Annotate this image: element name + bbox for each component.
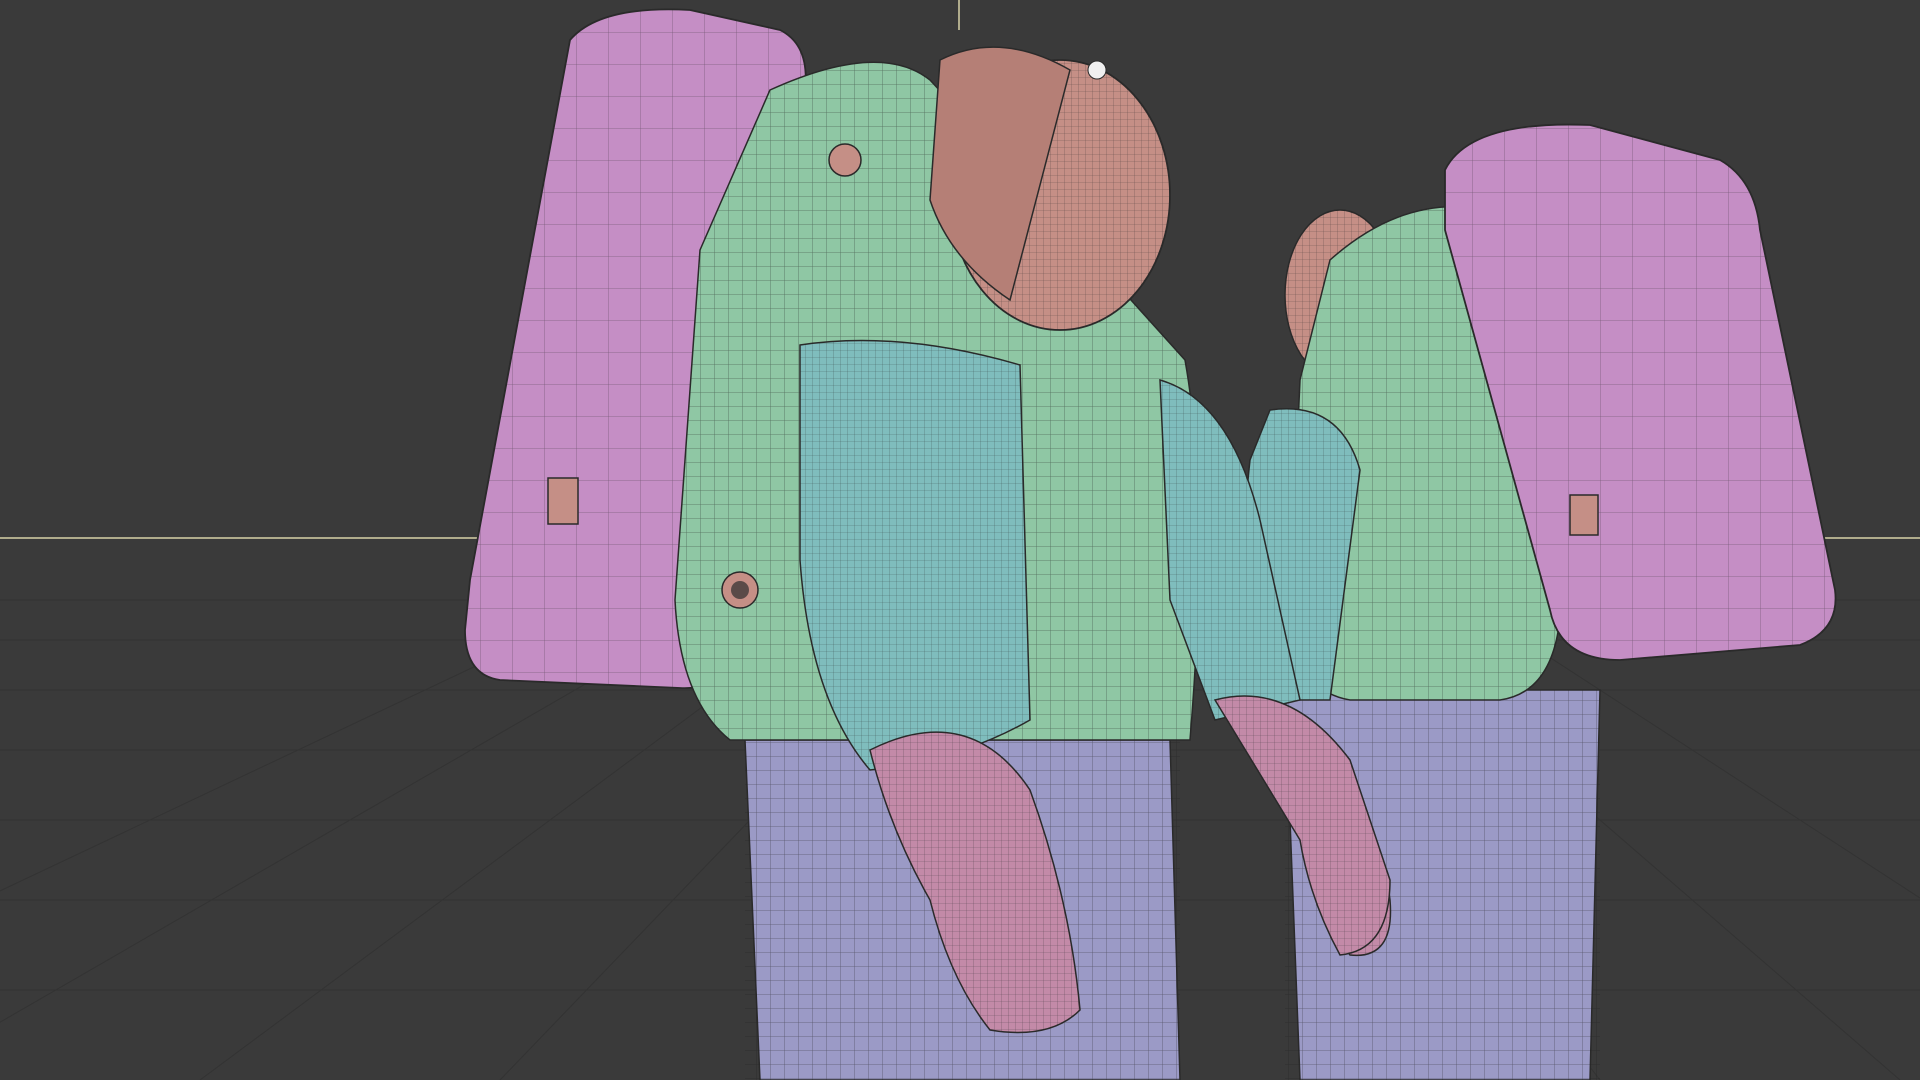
front-chest-bolt: [828, 143, 862, 177]
viewport-canvas[interactable]: [0, 0, 1920, 1080]
back-backpack-latch: [1569, 494, 1599, 536]
astronaut-front[interactable]: [464, 8, 1391, 1080]
3d-viewport[interactable]: [0, 0, 1920, 1080]
front-backpack-latch: [547, 477, 579, 525]
astronaut-back[interactable]: [1239, 123, 1837, 1080]
front-helmet-light: [1087, 60, 1107, 80]
